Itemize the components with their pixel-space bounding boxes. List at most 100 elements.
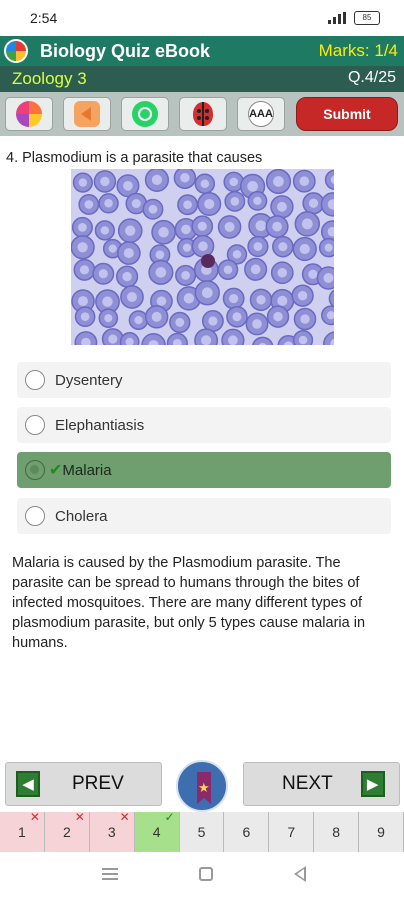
radio-button[interactable]	[25, 415, 45, 435]
cell-center	[181, 224, 191, 235]
cell-center	[197, 221, 207, 231]
cell-center	[175, 317, 185, 327]
cell-center	[308, 198, 319, 208]
cell-center	[131, 198, 141, 209]
bookmark-button[interactable]: ★	[176, 760, 228, 812]
cell-center	[122, 271, 132, 282]
cell-center	[308, 269, 318, 279]
page-number: 7	[287, 824, 296, 840]
parasite-cell	[201, 254, 215, 268]
page-button-3[interactable]: 3 ✕	[89, 810, 135, 852]
option-label: Dysentery	[55, 371, 123, 389]
page-button-1[interactable]: 1 ✕	[0, 810, 45, 852]
cell-center	[301, 218, 313, 230]
option-malaria[interactable]: ✔ Malaria	[17, 452, 391, 488]
home-icon[interactable]	[199, 867, 213, 881]
cell-center	[151, 311, 162, 322]
cell-center	[253, 196, 262, 206]
page-button-9[interactable]: 9	[359, 812, 404, 852]
radio-button[interactable]	[25, 370, 45, 390]
cell-center	[232, 312, 242, 322]
cell-center	[158, 227, 169, 238]
next-button[interactable]: NEXT ▶	[243, 762, 400, 806]
system-navigation-bar	[0, 852, 404, 900]
cell-center	[230, 197, 240, 206]
whatsapp-icon	[132, 101, 158, 127]
page-button-2[interactable]: 2 ✕	[44, 810, 90, 852]
cell-center	[298, 335, 308, 345]
next-arrow-icon: ▶	[360, 771, 385, 797]
recent-apps-icon[interactable]	[102, 868, 118, 880]
cell-center	[228, 335, 238, 345]
page-number: 2	[62, 824, 71, 840]
radio-button[interactable]	[25, 506, 45, 526]
page-button-5[interactable]: 5	[179, 812, 225, 852]
cell-center	[100, 176, 110, 187]
status-bar: 2:54 85	[0, 0, 404, 36]
option-dysentery[interactable]: Dysentery	[17, 362, 391, 398]
cell-center	[277, 295, 288, 306]
page-button-4[interactable]: 4 ✓	[134, 810, 180, 852]
cell-center	[104, 314, 113, 323]
sound-button[interactable]	[63, 97, 111, 131]
cell-center	[155, 267, 167, 278]
cell-center	[84, 200, 94, 209]
cell-center	[104, 199, 113, 208]
prev-label: PREV	[72, 773, 124, 794]
cell-center	[123, 180, 133, 191]
explanation-text: Malaria is caused by the Plasmodium para…	[12, 555, 366, 651]
cell-center	[229, 177, 239, 187]
cell-center	[232, 250, 242, 259]
question-page-strip: 1 ✕ 2 ✕ 3 ✕ 4 ✓ 5 6 7 8 9	[0, 810, 404, 852]
page-number: 3	[107, 824, 116, 840]
cell-center	[255, 220, 267, 232]
option-elephantiasis[interactable]: Elephantiasis	[17, 407, 391, 443]
option-cholera[interactable]: Cholera	[17, 498, 391, 534]
battery-icon: 85	[354, 11, 380, 25]
cell-center	[273, 176, 284, 187]
report-bug-button[interactable]	[179, 97, 227, 131]
cell-center	[151, 174, 163, 185]
submit-button[interactable]: Submit	[296, 97, 398, 131]
cell-center	[102, 296, 113, 307]
page-button-6[interactable]: 6	[224, 812, 270, 852]
app-title: Biology Quiz eBook	[40, 41, 211, 61]
cell-center	[273, 311, 283, 322]
page-number: 1	[18, 824, 26, 840]
option-label: Elephantiasis	[55, 416, 145, 434]
back-icon[interactable]	[294, 866, 306, 882]
subject-label: Zoology 3	[12, 69, 87, 88]
cell-center	[148, 204, 158, 214]
prev-arrow-icon: ◀	[16, 771, 40, 797]
apps-button[interactable]	[5, 97, 53, 131]
cell-center	[277, 267, 288, 278]
page-number: 5	[197, 824, 206, 840]
cell-center	[277, 201, 287, 212]
page-number: 8	[332, 824, 341, 840]
cell-center	[183, 200, 192, 210]
question-image	[71, 169, 334, 345]
cell-center	[278, 242, 288, 252]
cell-center	[300, 314, 310, 324]
cell-center	[78, 296, 88, 307]
cell-center	[156, 296, 167, 306]
cell-center	[201, 335, 212, 345]
cell-center	[250, 264, 261, 275]
share-whatsapp-button[interactable]	[121, 97, 169, 131]
page-button-7[interactable]: 7	[269, 812, 315, 852]
cell-center	[98, 269, 108, 279]
app-logo-icon	[4, 39, 28, 63]
radio-button-selected[interactable]	[25, 460, 45, 480]
cell-center	[182, 243, 192, 252]
prev-button[interactable]: ◀ PREV	[5, 762, 162, 806]
font-size-button[interactable]: AAA	[237, 97, 285, 131]
cell-center	[108, 334, 118, 344]
cell-center	[78, 178, 88, 187]
page-button-8[interactable]: 8	[314, 812, 360, 852]
cell-center	[181, 270, 191, 280]
cell-center	[272, 221, 282, 232]
cell-center	[198, 241, 208, 251]
cell-center	[223, 265, 233, 274]
bug-report-icon	[193, 102, 213, 126]
option-label: Malaria	[62, 461, 112, 479]
